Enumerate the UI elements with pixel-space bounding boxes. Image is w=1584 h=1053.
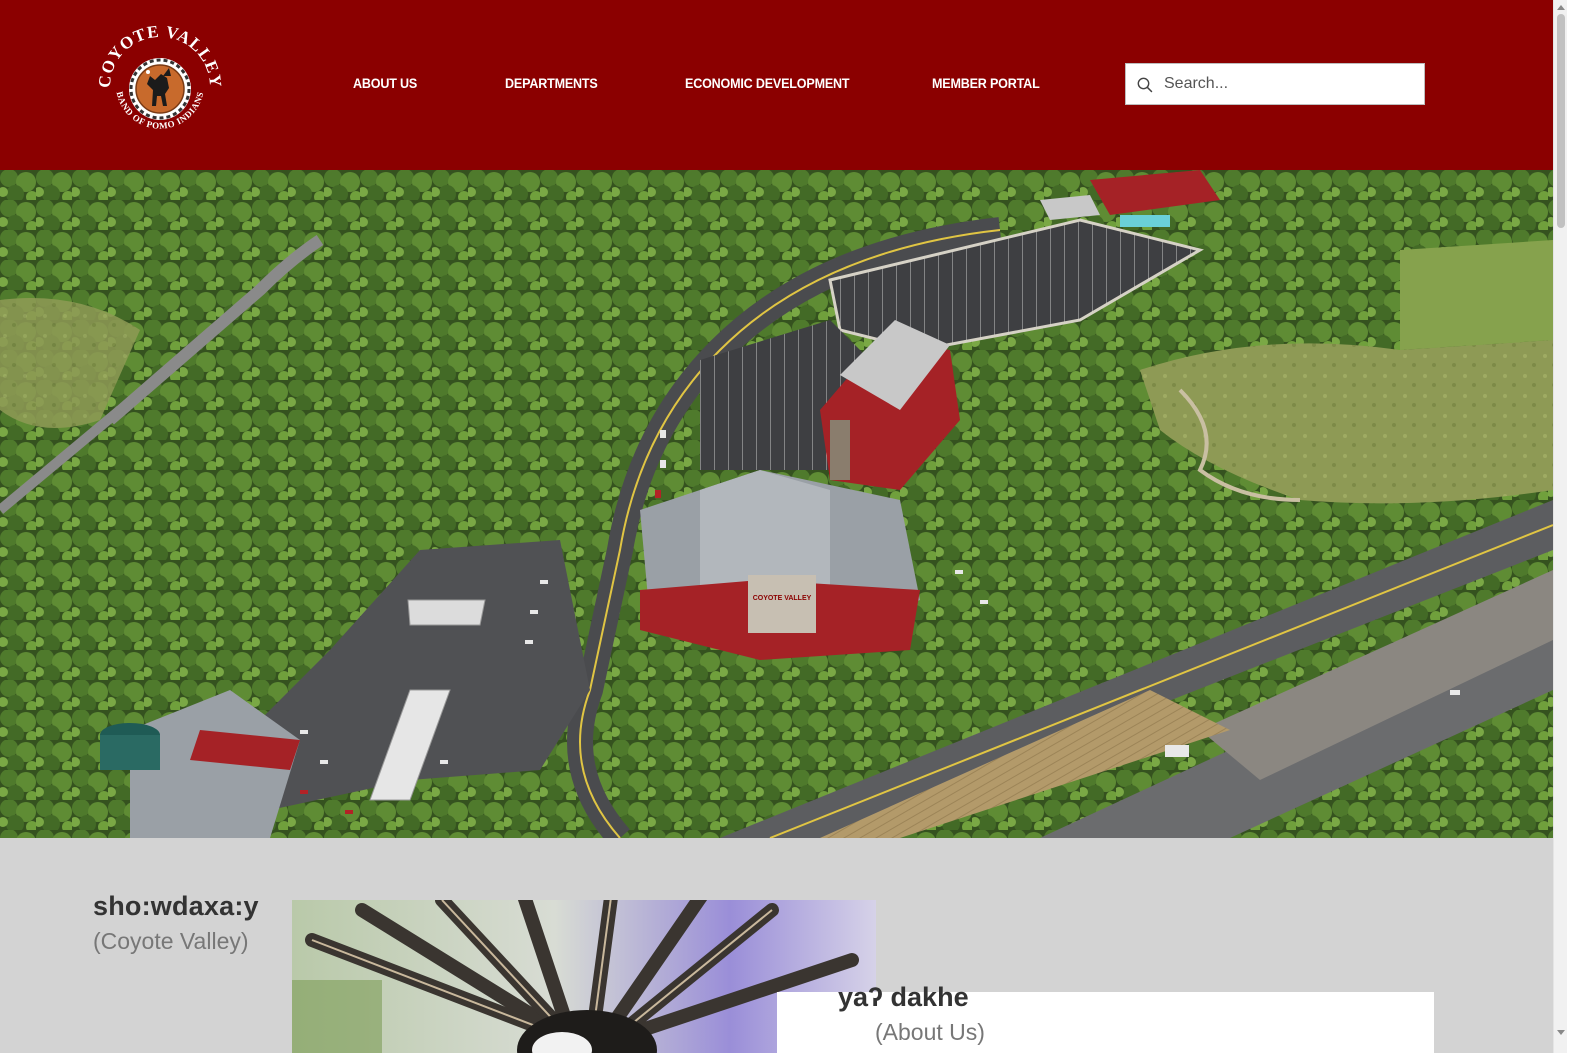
intro-subtitle: (Coyote Valley) <box>93 928 249 954</box>
site-header: COYOTE VALLEY BAND OF POMO INDIANS ABOUT… <box>0 0 1553 170</box>
building-sign: COYOTE VALLEY <box>753 595 812 602</box>
intro-title: sho:wdaxa:y <box>93 891 259 921</box>
page-scrollbar[interactable] <box>1553 0 1567 1053</box>
scroll-down-arrow-icon[interactable] <box>1557 1030 1565 1035</box>
page: COYOTE VALLEY BAND OF POMO INDIANS ABOUT… <box>0 0 1584 1053</box>
nav-member-portal[interactable]: MEMBER PORTAL <box>932 76 1040 91</box>
window-gutter <box>1567 0 1584 1053</box>
about-title: yaʔ dakhe <box>838 982 969 1012</box>
coyote-seal-icon <box>129 58 191 120</box>
site-logo[interactable]: COYOTE VALLEY BAND OF POMO INDIANS <box>97 24 223 146</box>
nav-about-us[interactable]: ABOUT US <box>353 76 417 91</box>
about-subtitle: (About Us) <box>875 1019 985 1045</box>
nav-departments[interactable]: DEPARTMENTS <box>505 76 598 91</box>
search-icon[interactable] <box>1136 76 1154 94</box>
search-box <box>1125 63 1425 105</box>
scrollbar-thumb[interactable] <box>1557 14 1565 228</box>
nav-economic-development[interactable]: ECONOMIC DEVELOPMENT <box>685 76 850 91</box>
intro-section: sho:wdaxa:y (Coyote Valley) yaʔ dakhe (A… <box>0 838 1553 1053</box>
search-input[interactable] <box>1164 64 1419 104</box>
hero-aerial-photo: COYOTE VALLEY <box>0 170 1553 838</box>
scroll-up-arrow-icon[interactable] <box>1557 5 1565 10</box>
aerial-photo-illustration: COYOTE VALLEY <box>0 170 1553 838</box>
